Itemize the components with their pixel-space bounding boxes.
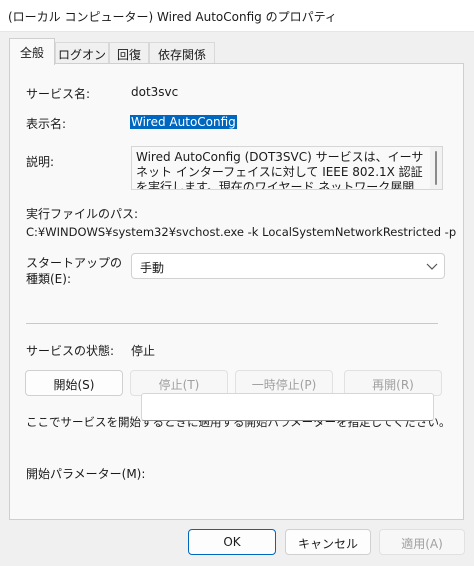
service-name-label: サービス名:: [26, 87, 91, 101]
tab-strip: 全般 ログオン 回復 依存関係: [0, 38, 474, 65]
startup-type-select[interactable]: 手動: [131, 253, 445, 279]
general-tab-panel: サービス名: dot3svc 表示名: Wired AutoConfig 説明:…: [9, 63, 464, 520]
startup-type-label-line1: スタートアップの: [26, 256, 123, 270]
startup-type-value: 手動: [140, 261, 165, 275]
tab-logon[interactable]: ログオン: [55, 42, 109, 64]
dialog-footer: OK キャンセル 適用(A): [0, 520, 474, 566]
ok-button[interactable]: OK: [188, 529, 276, 555]
apply-button[interactable]: 適用(A): [379, 529, 465, 555]
exe-path-value[interactable]: C:¥WINDOWS¥system32¥svchost.exe -k Local…: [26, 225, 456, 239]
tab-general[interactable]: 全般: [9, 38, 55, 65]
service-name-value[interactable]: dot3svc: [131, 85, 178, 99]
start-button[interactable]: 開始(S): [25, 370, 123, 396]
window-title: (ローカル コンピューター) Wired AutoConfig のプロパティ: [8, 10, 337, 24]
description-label: 説明:: [26, 155, 55, 169]
display-name-field[interactable]: Wired AutoConfig: [130, 115, 237, 129]
title-bar: (ローカル コンピューター) Wired AutoConfig のプロパティ: [0, 0, 474, 32]
display-name-label: 表示名:: [26, 117, 67, 131]
service-status-value: 停止: [131, 344, 156, 358]
scrollbar-thumb[interactable]: [435, 151, 437, 185]
service-status-label: サービスの状態:: [26, 344, 115, 358]
description-value: Wired AutoConfig (DOT3SVC) サービスは、イーサネット …: [136, 150, 424, 190]
startup-type-label-line2: 種類(E):: [26, 272, 71, 286]
description-scrollbar[interactable]: [430, 147, 442, 189]
cancel-button[interactable]: キャンセル: [285, 529, 371, 555]
tab-recovery[interactable]: 回復: [109, 42, 149, 64]
tab-dependencies[interactable]: 依存関係: [149, 42, 215, 64]
divider: [26, 323, 438, 324]
chevron-down-icon: [426, 259, 438, 276]
display-name-value[interactable]: Wired AutoConfig: [130, 115, 237, 129]
start-params-input[interactable]: [141, 393, 434, 421]
description-textbox[interactable]: Wired AutoConfig (DOT3SVC) サービスは、イーサネット …: [131, 146, 443, 190]
start-params-label: 開始パラメーター(M):: [26, 467, 146, 481]
exe-path-label: 実行ファイルのパス:: [26, 207, 139, 221]
